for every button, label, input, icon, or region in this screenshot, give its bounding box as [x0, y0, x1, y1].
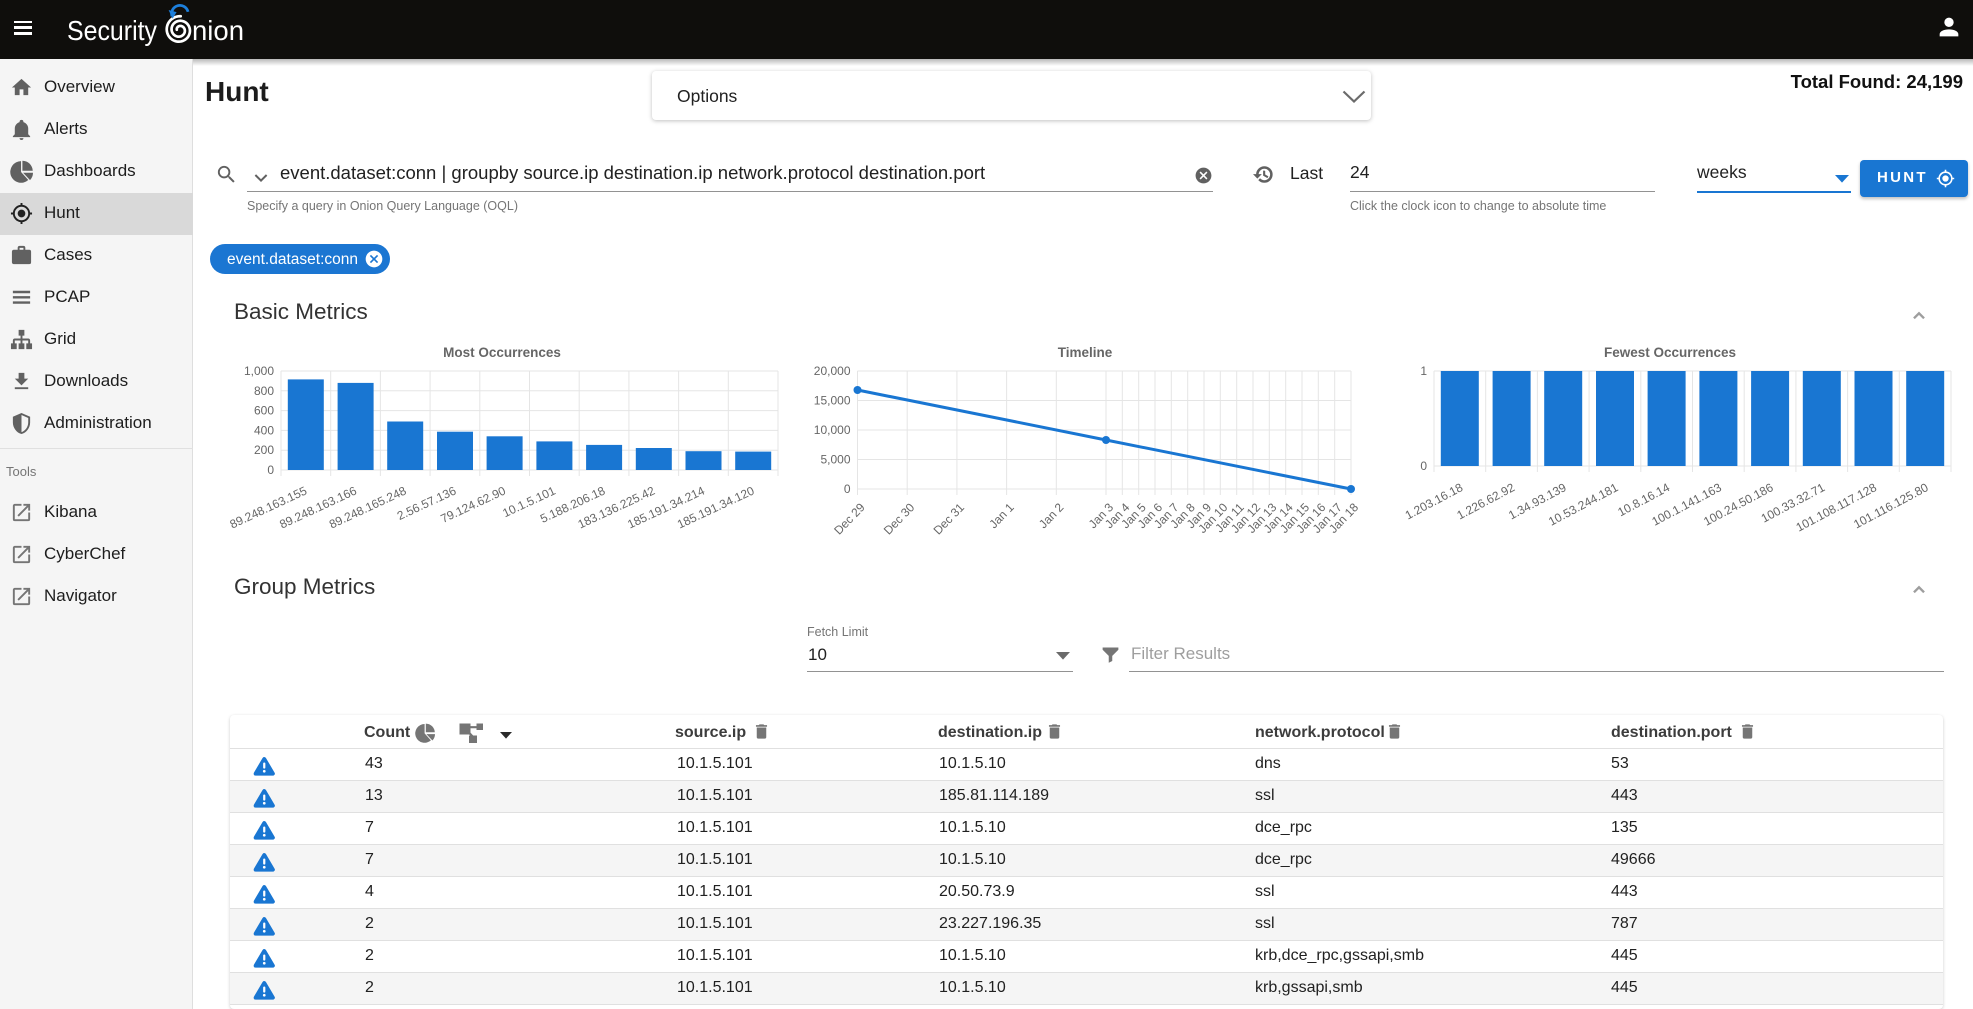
svg-text:10,000: 10,000 [814, 423, 851, 437]
svg-text:Jan 1: Jan 1 [986, 500, 1017, 531]
svg-text:Security: Security [67, 15, 157, 46]
svg-text:Most Occurrences: Most Occurrences [443, 345, 561, 360]
svg-text:15,000: 15,000 [814, 394, 851, 408]
svg-text:1: 1 [1420, 364, 1427, 378]
svg-text:Jan 2: Jan 2 [1036, 500, 1067, 531]
svg-text:Dec 29: Dec 29 [831, 500, 868, 537]
svg-text:0: 0 [1420, 459, 1427, 473]
svg-text:800: 800 [254, 384, 274, 398]
svg-text:200: 200 [254, 443, 274, 457]
svg-text:5,000: 5,000 [820, 453, 850, 467]
svg-text:600: 600 [254, 404, 274, 418]
svg-text:Fewest Occurrences: Fewest Occurrences [1604, 345, 1736, 360]
svg-text:1.203.16.18: 1.203.16.18 [1403, 480, 1466, 522]
svg-text:Dec 30: Dec 30 [881, 500, 918, 537]
svg-text:Timeline: Timeline [1058, 345, 1113, 360]
svg-text:20,000: 20,000 [814, 364, 851, 378]
svg-text:nion: nion [192, 15, 244, 46]
svg-text:0: 0 [844, 482, 851, 496]
svg-text:0: 0 [267, 463, 274, 477]
svg-text:Dec 31: Dec 31 [931, 500, 968, 537]
svg-text:1.226.62.92: 1.226.62.92 [1454, 480, 1517, 522]
svg-text:400: 400 [254, 423, 274, 437]
svg-text:1,000: 1,000 [244, 364, 274, 378]
